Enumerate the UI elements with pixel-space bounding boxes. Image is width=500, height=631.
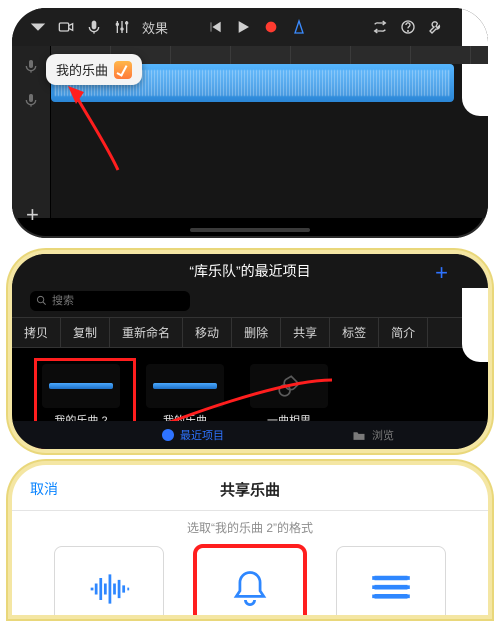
help-icon[interactable] bbox=[400, 19, 416, 35]
share-subtitle: 选取“我的乐曲 2”的格式 bbox=[12, 511, 488, 546]
share-sheet-screenshot: 取消 共享乐曲 选取“我的乐曲 2”的格式 bbox=[12, 465, 488, 615]
format-options bbox=[12, 546, 488, 615]
record-icon[interactable] bbox=[263, 19, 279, 35]
play-icon[interactable] bbox=[235, 19, 251, 35]
search-input[interactable] bbox=[30, 291, 190, 311]
tab-browse-label: 浏览 bbox=[372, 427, 394, 443]
menu-move[interactable]: 移动 bbox=[183, 318, 232, 347]
mic-icon[interactable] bbox=[86, 19, 102, 35]
mic-track-icon[interactable] bbox=[23, 58, 39, 74]
bell-icon bbox=[228, 567, 272, 611]
tab-recent[interactable]: 最近项目 bbox=[162, 427, 224, 443]
song-title-popover[interactable]: 我的乐曲 bbox=[46, 54, 142, 85]
project-thumbnail bbox=[250, 364, 328, 408]
recent-projects-screenshot: “库乐队”的最近项目 + 拷贝 复制 重新命名 移动 删除 共享 标签 简介 我… bbox=[12, 254, 488, 449]
guitar-icon bbox=[276, 373, 302, 399]
wrench-icon[interactable] bbox=[428, 19, 444, 35]
sliders-icon[interactable] bbox=[114, 19, 130, 35]
mic-track-icon-2[interactable] bbox=[23, 92, 39, 108]
search-icon bbox=[36, 295, 47, 306]
tab-recent-label: 最近项目 bbox=[180, 427, 224, 443]
waveform-icon bbox=[87, 567, 131, 611]
tab-browse[interactable]: 浏览 bbox=[352, 427, 394, 443]
menu-info[interactable]: 简介 bbox=[379, 318, 428, 347]
editor-screenshot: 效果 我的乐曲 + bbox=[12, 8, 488, 238]
new-project-button[interactable]: + bbox=[435, 260, 448, 286]
cancel-button[interactable]: 取消 bbox=[30, 479, 58, 499]
format-song[interactable] bbox=[54, 546, 164, 615]
browser-title-bar: “库乐队”的最近项目 + bbox=[12, 254, 488, 288]
menu-tags[interactable]: 标签 bbox=[330, 318, 379, 347]
dropdown-icon[interactable] bbox=[30, 19, 46, 35]
camera-icon[interactable] bbox=[58, 19, 74, 35]
project-thumbnail bbox=[42, 364, 120, 408]
loop-icon[interactable] bbox=[372, 19, 388, 35]
folder-icon bbox=[352, 430, 366, 441]
menu-share[interactable]: 共享 bbox=[281, 318, 330, 347]
home-indicator bbox=[190, 228, 310, 232]
add-track-button[interactable]: + bbox=[26, 202, 39, 228]
rewind-icon[interactable] bbox=[207, 19, 223, 35]
tracks-icon bbox=[369, 567, 413, 611]
menu-rename[interactable]: 重新命名 bbox=[110, 318, 183, 347]
menu-delete[interactable]: 删除 bbox=[232, 318, 281, 347]
context-menu: 拷贝 复制 重新命名 移动 删除 共享 标签 简介 bbox=[12, 317, 488, 348]
bottom-tab-bar: 最近项目 浏览 bbox=[12, 421, 488, 449]
share-header: 取消 共享乐曲 bbox=[12, 475, 488, 511]
fx-button[interactable]: 效果 bbox=[142, 18, 168, 37]
format-ringtone[interactable] bbox=[195, 546, 305, 615]
format-project[interactable] bbox=[336, 546, 446, 615]
editor-toolbar: 效果 bbox=[12, 8, 488, 46]
share-title: 共享乐曲 bbox=[220, 482, 280, 499]
project-thumbnail bbox=[146, 364, 224, 408]
clock-icon bbox=[162, 429, 174, 441]
menu-copy[interactable]: 拷贝 bbox=[12, 318, 61, 347]
menu-duplicate[interactable]: 复制 bbox=[61, 318, 110, 347]
song-title-label: 我的乐曲 bbox=[56, 60, 108, 79]
metronome-icon[interactable] bbox=[291, 19, 307, 35]
search-row bbox=[12, 288, 488, 317]
garageband-app-icon bbox=[114, 61, 132, 79]
browser-title: “库乐队”的最近项目 bbox=[189, 261, 310, 281]
